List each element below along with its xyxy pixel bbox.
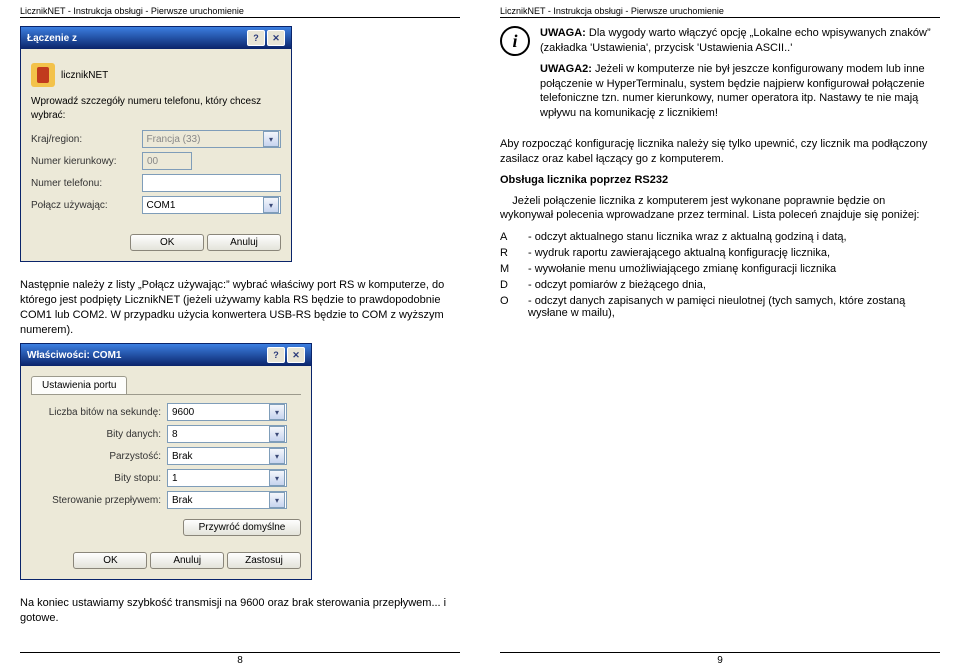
- page-number: 8: [237, 655, 243, 666]
- stopbits-combo[interactable]: 1 ▾: [167, 469, 287, 487]
- left-paragraph-1: Następnie należy z listy „Połącz używają…: [20, 278, 460, 337]
- info-text: UWAGA: Dla wygody warto włączyć opcję „L…: [540, 26, 940, 127]
- dialog-prompt: Wprowadź szczegóły numeru telefonu, któr…: [31, 95, 281, 122]
- note1-title: UWAGA:: [540, 27, 586, 39]
- chevron-down-icon[interactable]: ▾: [269, 426, 285, 442]
- cmd-desc: - odczyt pomiarów z bieżącego dnia,: [528, 279, 940, 291]
- ok-button[interactable]: OK: [130, 234, 204, 251]
- parity-combo[interactable]: Brak ▾: [167, 447, 287, 465]
- help-icon[interactable]: ?: [267, 347, 285, 363]
- close-icon[interactable]: ✕: [287, 347, 305, 363]
- chevron-down-icon[interactable]: ▾: [269, 448, 285, 464]
- area-field[interactable]: 00: [142, 152, 192, 170]
- chevron-down-icon[interactable]: ▾: [263, 197, 279, 213]
- chevron-down-icon[interactable]: ▾: [269, 492, 285, 508]
- baud-combo[interactable]: 9600 ▾: [167, 403, 287, 421]
- cmd-key: R: [500, 247, 528, 259]
- right-paragraph-1: Aby rozpocząć konfigurację licznika nale…: [500, 137, 940, 167]
- cmd-key: M: [500, 263, 528, 275]
- note2-title: UWAGA2:: [540, 63, 592, 75]
- note1-body: Dla wygody warto włączyć opcję „Lokalne …: [540, 27, 931, 54]
- dialog-title: Właściwości: COM1: [27, 350, 121, 361]
- cancel-button[interactable]: Anuluj: [150, 552, 224, 569]
- cmd-key: O: [500, 295, 528, 319]
- phone-field[interactable]: [142, 174, 281, 192]
- cmd-desc: - odczyt danych zapisanych w pamięci nie…: [528, 295, 940, 319]
- defaults-button[interactable]: Przywróć domyślne: [183, 519, 301, 536]
- tab-port-settings[interactable]: Ustawienia portu: [31, 376, 127, 394]
- dialog-titlebar: Właściwości: COM1 ? ✕: [21, 344, 311, 366]
- ok-button[interactable]: OK: [73, 552, 147, 569]
- info-icon: i: [500, 26, 530, 56]
- flow-combo[interactable]: Brak ▾: [167, 491, 287, 509]
- app-icon: [31, 63, 55, 87]
- page-right: LicznikNET - Instrukcja obsługi - Pierws…: [480, 0, 960, 672]
- connect-dialog: Łączenie z ? ✕ licznikNET Wprowadź szcze…: [20, 26, 292, 262]
- cmd-key: A: [500, 231, 528, 243]
- connect-label: Połącz używając:: [31, 200, 136, 211]
- tab-bar: Ustawienia portu: [31, 376, 301, 395]
- info-box: i UWAGA: Dla wygody warto włączyć opcję …: [500, 26, 940, 127]
- cmd-desc: - wywołanie menu umożliwiającego zmianę …: [528, 263, 940, 275]
- right-paragraph-2: Jeżeli połączenie licznika z komputerem …: [500, 194, 940, 224]
- properties-dialog: Właściwości: COM1 ? ✕ Ustawienia portu L…: [20, 343, 312, 580]
- apply-button[interactable]: Zastosuj: [227, 552, 301, 569]
- cmd-desc: - odczyt aktualnego stanu licznika wraz …: [528, 231, 940, 243]
- dialog-titlebar: Łączenie z ? ✕: [21, 27, 291, 49]
- country-label: Kraj/region:: [31, 134, 136, 145]
- country-combo[interactable]: Francja (33) ▾: [142, 130, 281, 148]
- chevron-down-icon[interactable]: ▾: [269, 404, 285, 420]
- command-list: A- odczyt aktualnego stanu licznika wraz…: [500, 231, 940, 319]
- page-header-left: LicznikNET - Instrukcja obsługi - Pierws…: [20, 6, 460, 18]
- cancel-button[interactable]: Anuluj: [207, 234, 281, 251]
- area-label: Numer kierunkowy:: [31, 156, 136, 167]
- baud-label: Liczba bitów na sekundę:: [31, 407, 161, 418]
- page-left: LicznikNET - Instrukcja obsługi - Pierws…: [0, 0, 480, 672]
- close-icon[interactable]: ✕: [267, 30, 285, 46]
- section-heading: Obsługa licznika poprzez RS232: [500, 173, 940, 188]
- databits-combo[interactable]: 8 ▾: [167, 425, 287, 443]
- chevron-down-icon[interactable]: ▾: [263, 131, 279, 147]
- dialog-title: Łączenie z: [27, 33, 77, 44]
- left-paragraph-2: Na koniec ustawiamy szybkość transmisji …: [20, 596, 460, 626]
- cmd-key: D: [500, 279, 528, 291]
- page-number: 9: [717, 655, 723, 666]
- page-footer-left: 8: [20, 652, 460, 666]
- cmd-desc: - wydruk raportu zawierającego aktualną …: [528, 247, 940, 259]
- phone-label: Numer telefonu:: [31, 178, 136, 189]
- stopbits-label: Bity stopu:: [31, 473, 161, 484]
- note2-body: Jeżeli w komputerze nie był jeszcze konf…: [540, 63, 925, 120]
- help-icon[interactable]: ?: [247, 30, 265, 46]
- connect-combo[interactable]: COM1 ▾: [142, 196, 281, 214]
- page-footer-right: 9: [500, 652, 940, 666]
- parity-label: Parzystość:: [31, 451, 161, 462]
- databits-label: Bity danych:: [31, 429, 161, 440]
- chevron-down-icon[interactable]: ▾: [269, 470, 285, 486]
- flow-label: Sterowanie przepływem:: [31, 495, 161, 506]
- page-header-right: LicznikNET - Instrukcja obsługi - Pierws…: [500, 6, 940, 18]
- app-label: licznikNET: [61, 70, 108, 81]
